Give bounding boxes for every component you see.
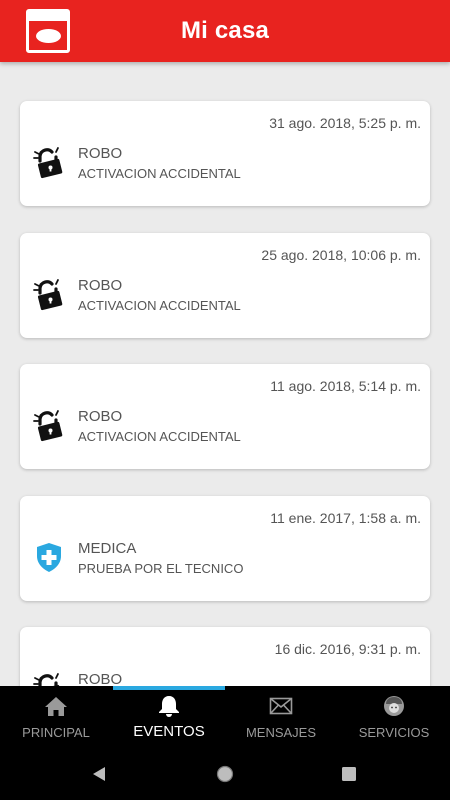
event-timestamp: 16 dic. 2016, 9:31 p. m. bbox=[274, 641, 421, 657]
broken-lock-icon bbox=[33, 410, 63, 442]
event-card[interactable]: 11 ene. 2017, 1:58 a. m. MEDICA PRUEBA P… bbox=[20, 496, 430, 601]
event-description: PRUEBA POR EL TECNICO bbox=[78, 561, 244, 576]
nav-eventos[interactable]: EVENTOS bbox=[113, 686, 225, 747]
home-circle-icon[interactable] bbox=[216, 765, 234, 783]
event-card[interactable]: 16 dic. 2016, 9:31 p. m. ROBO bbox=[20, 627, 430, 686]
nav-mensajes-label: MENSAJES bbox=[245, 725, 317, 740]
page-title: Mi casa bbox=[180, 17, 270, 44]
recent-apps-icon[interactable] bbox=[341, 766, 357, 782]
home-icon bbox=[45, 697, 67, 716]
event-description: ACTIVACION ACCIDENTAL bbox=[78, 166, 241, 181]
system-navigation-bar bbox=[0, 747, 450, 800]
event-card[interactable]: 11 ago. 2018, 5:14 p. m. ROBO ACTIVACION… bbox=[20, 364, 430, 469]
nav-eventos-label: EVENTOS bbox=[133, 723, 205, 740]
back-triangle-icon[interactable] bbox=[90, 765, 108, 783]
nav-mensajes[interactable]: MENSAJES bbox=[225, 686, 337, 747]
event-card[interactable]: 25 ago. 2018, 10:06 p. m. ROBO ACTIVACIO… bbox=[20, 233, 430, 338]
nav-principal-label: PRINCIPAL bbox=[22, 725, 90, 740]
event-type: MEDICA bbox=[78, 540, 137, 557]
event-description: ACTIVACION ACCIDENTAL bbox=[78, 298, 241, 313]
event-timestamp: 11 ago. 2018, 5:14 p. m. bbox=[270, 378, 421, 394]
event-type: ROBO bbox=[78, 408, 123, 425]
envelope-icon bbox=[269, 697, 293, 715]
events-list[interactable]: 31 ago. 2018, 5:25 p. m. ROBO ACTIVACION… bbox=[0, 62, 450, 686]
event-timestamp: 31 ago. 2018, 5:25 p. m. bbox=[269, 115, 421, 131]
medical-shield-icon bbox=[37, 543, 61, 572]
nav-servicios-label: SERVICIOS bbox=[358, 725, 430, 740]
bottom-navigation: PRINCIPAL EVENTOS MENSAJES SERVICIOS bbox=[0, 686, 450, 747]
broken-lock-icon bbox=[33, 673, 63, 686]
nav-servicios[interactable]: SERVICIOS bbox=[338, 686, 450, 747]
broken-lock-icon bbox=[33, 147, 63, 179]
app-header: Mi casa bbox=[0, 0, 450, 62]
event-timestamp: 25 ago. 2018, 10:06 p. m. bbox=[261, 247, 421, 263]
nav-principal[interactable]: PRINCIPAL bbox=[0, 686, 112, 747]
bell-icon bbox=[159, 696, 179, 717]
event-type: ROBO bbox=[78, 277, 123, 294]
technician-icon bbox=[384, 696, 404, 716]
event-description: ACTIVACION ACCIDENTAL bbox=[78, 429, 241, 444]
event-type: ROBO bbox=[78, 145, 123, 162]
event-timestamp: 11 ene. 2017, 1:58 a. m. bbox=[270, 510, 421, 526]
broken-lock-icon bbox=[33, 279, 63, 311]
event-card[interactable]: 31 ago. 2018, 5:25 p. m. ROBO ACTIVACION… bbox=[20, 101, 430, 206]
event-type: ROBO bbox=[78, 671, 123, 686]
